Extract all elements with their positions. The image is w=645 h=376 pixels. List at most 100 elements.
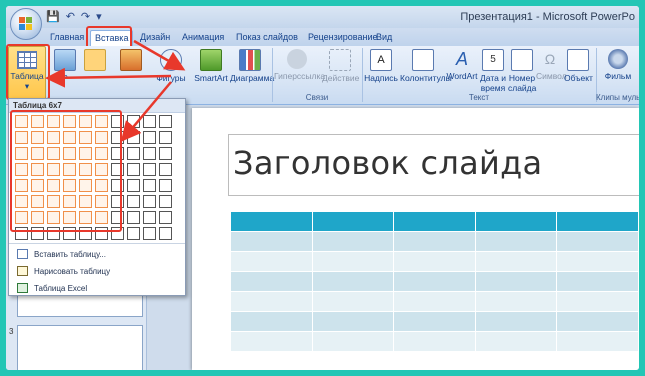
slide-number-icon xyxy=(511,49,533,71)
redo-icon[interactable]: ↷ xyxy=(81,10,90,23)
clipart-button[interactable] xyxy=(82,49,108,73)
smartart-button[interactable]: SmartArt xyxy=(192,49,230,83)
wordart-button[interactable]: A WordArt xyxy=(446,49,478,81)
office-logo-icon xyxy=(19,17,33,31)
grid-cell[interactable] xyxy=(159,179,172,192)
wordart-icon: A xyxy=(455,49,468,69)
grid-cell[interactable] xyxy=(159,163,172,176)
powerpoint-window: 💾 ↶ ↷ ▾ Презентация1 - Microsoft PowerPo… xyxy=(6,6,639,370)
grid-cell[interactable] xyxy=(159,147,172,160)
grid-cell[interactable] xyxy=(159,195,172,208)
grid-cell[interactable] xyxy=(159,227,172,240)
hyperlink-button[interactable]: Гиперссылка xyxy=(274,49,325,81)
action-button[interactable]: Действие xyxy=(322,49,360,83)
slide-title[interactable]: Заголовок слайда xyxy=(233,144,542,182)
object-icon xyxy=(567,49,589,71)
tab-animation[interactable]: Анимация xyxy=(178,30,228,45)
draw-table-menu-item[interactable]: Нарисовать таблицу xyxy=(17,266,110,276)
text-group-label: Текст xyxy=(468,93,490,102)
draw-table-label: Нарисовать таблицу xyxy=(34,266,111,276)
shapes-button-label: Фигуры xyxy=(156,73,186,83)
symbol-button[interactable]: Ω Символ xyxy=(536,49,567,81)
slide-table[interactable] xyxy=(230,211,639,352)
wordart-button-label: WordArt xyxy=(446,71,478,81)
calendar-icon: 5 xyxy=(482,49,504,71)
clipart-icon xyxy=(84,49,106,71)
tab-slideshow[interactable]: Показ слайдов xyxy=(232,30,302,45)
pencil-icon xyxy=(17,266,28,276)
grid-cell[interactable] xyxy=(143,147,156,160)
slide-number-button[interactable]: Номер слайда xyxy=(508,49,536,93)
grid-cell[interactable] xyxy=(127,211,140,224)
grid-cell[interactable] xyxy=(127,147,140,160)
datetime-button[interactable]: 5 Дата и время xyxy=(480,49,506,93)
tab-home[interactable]: Главная xyxy=(46,30,88,45)
dropdown-separator xyxy=(9,243,185,244)
movie-button[interactable]: Фильм xyxy=(600,49,636,81)
header-footer-button[interactable]: Колонтитулы xyxy=(400,49,452,83)
shapes-icon xyxy=(160,49,182,71)
office-button[interactable] xyxy=(10,8,42,40)
chart-icon xyxy=(239,49,261,71)
grid-selection-highlight xyxy=(10,110,122,232)
photo-album-icon xyxy=(120,49,142,71)
object-button[interactable]: Объект xyxy=(564,49,593,83)
window-title: Презентация1 - Microsoft PowerPo xyxy=(460,11,635,23)
links-group-label: Связи xyxy=(305,93,329,102)
shapes-button[interactable]: Фигуры xyxy=(154,49,188,83)
grid-cell[interactable] xyxy=(159,131,172,144)
grid-cell[interactable] xyxy=(127,227,140,240)
quick-access-toolbar: 💾 ↶ ↷ ▾ xyxy=(46,10,102,23)
grid-cell[interactable] xyxy=(127,163,140,176)
ribbon-insert: Таблица ▾ Р Фигуры SmartArt Диаграмма Ги… xyxy=(6,46,639,105)
tab-review[interactable]: Рецензирование xyxy=(304,30,382,45)
movie-button-label: Фильм xyxy=(604,71,632,81)
undo-icon[interactable]: ↶ xyxy=(66,10,75,23)
save-icon[interactable]: 💾 xyxy=(46,10,60,23)
grid-cell[interactable] xyxy=(143,227,156,240)
excel-table-menu-item[interactable]: Таблица Excel xyxy=(17,283,87,293)
smartart-icon xyxy=(200,49,222,71)
insert-table-menu-item[interactable]: Вставить таблицу... xyxy=(17,249,106,259)
datetime-label-1: Дата и xyxy=(480,73,506,83)
action-icon xyxy=(329,49,351,71)
grid-cell[interactable] xyxy=(127,115,140,128)
insert-table-icon xyxy=(17,249,28,259)
slide-3-number: 3 xyxy=(9,327,14,336)
textbox-icon: A xyxy=(370,49,392,71)
slide-canvas[interactable]: Заголовок слайда xyxy=(192,108,639,370)
slide-title-placeholder[interactable]: Заголовок слайда xyxy=(228,134,639,196)
header-footer-button-label: Колонтитулы xyxy=(400,73,452,83)
media-group-label: Клипы муль xyxy=(596,93,639,102)
grid-cell[interactable] xyxy=(143,195,156,208)
grid-cell[interactable] xyxy=(143,179,156,192)
customize-qat-icon[interactable]: ▾ xyxy=(96,10,102,23)
grid-cell[interactable] xyxy=(159,115,172,128)
symbol-button-label: Символ xyxy=(536,71,567,81)
grid-cell[interactable] xyxy=(143,163,156,176)
excel-table-label: Таблица Excel xyxy=(34,283,88,293)
hyperlink-button-label: Гиперссылка xyxy=(274,71,326,81)
chart-button[interactable]: Диаграмма xyxy=(230,49,274,83)
grid-cell[interactable] xyxy=(143,115,156,128)
slide-number-label-2: слайда xyxy=(508,83,537,93)
excel-icon xyxy=(17,283,28,293)
textbox-button-label: Надпись xyxy=(364,73,398,83)
grid-cell[interactable] xyxy=(127,131,140,144)
chart-button-label: Диаграмма xyxy=(230,73,275,83)
textbox-button[interactable]: A Надпись xyxy=(364,49,398,83)
title-bar: 💾 ↶ ↷ ▾ Презентация1 - Microsoft PowerPo xyxy=(6,6,639,28)
tab-design[interactable]: Дизайн xyxy=(136,30,174,45)
grid-cell[interactable] xyxy=(143,131,156,144)
grid-cell[interactable] xyxy=(159,211,172,224)
grid-cell[interactable] xyxy=(127,179,140,192)
grid-cell[interactable] xyxy=(143,211,156,224)
slide-thumbnail-3[interactable] xyxy=(17,325,143,370)
tab-view[interactable]: Вид xyxy=(372,30,396,45)
datetime-label-2: время xyxy=(480,83,506,93)
action-button-label: Действие xyxy=(322,73,360,83)
grid-cell[interactable] xyxy=(127,195,140,208)
picture-button[interactable]: Р xyxy=(52,49,78,83)
photoalbum-button[interactable] xyxy=(114,49,148,73)
hyperlink-icon xyxy=(287,49,307,69)
